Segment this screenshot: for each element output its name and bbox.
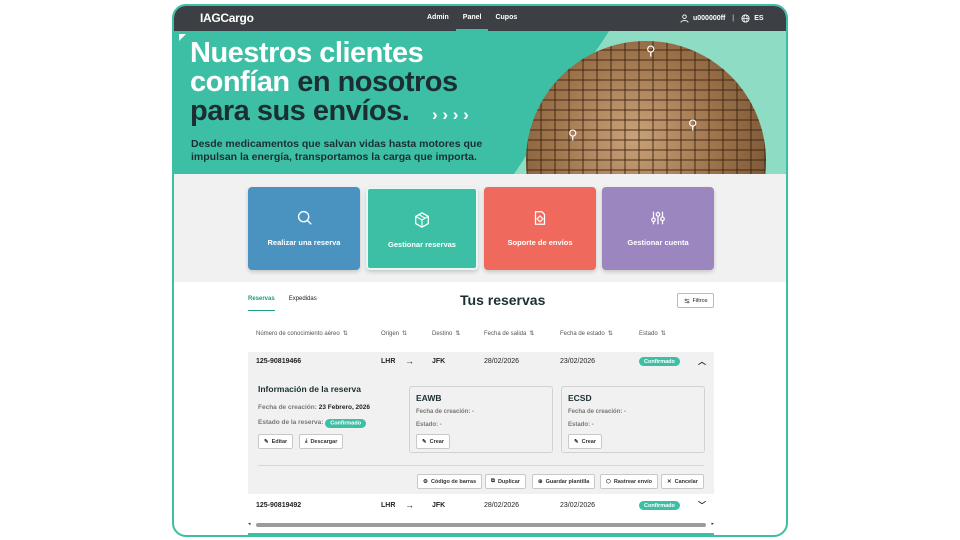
detail-title: Información de la reserva xyxy=(258,384,361,394)
box-icon xyxy=(415,212,429,228)
save-template-button[interactable]: ⊕ Guardar plantilla xyxy=(532,474,596,489)
sort-icon: ⇅ xyxy=(660,331,666,337)
language-selector[interactable]: ES xyxy=(754,15,763,22)
chevron-down-icon[interactable]: ﹀ xyxy=(698,500,706,511)
track-shipment-button[interactable]: ⬡ Rastrear envío xyxy=(600,474,659,489)
creation-date: Fecha de creación: 23 Febrero, 2026 xyxy=(258,404,371,411)
edit-icon: ✎ xyxy=(574,438,579,445)
save-icon: ⊕ xyxy=(538,478,543,485)
edit-button[interactable]: ✎ Editar xyxy=(258,434,294,449)
divider xyxy=(258,465,704,466)
sort-icon: ⇅ xyxy=(402,331,408,337)
reservation-tabs: Reservas Expedidas xyxy=(248,296,317,311)
nav-panel[interactable]: Panel xyxy=(455,6,489,31)
card-soporte-envios[interactable]: Soporte de envíos xyxy=(484,187,596,270)
horizontal-scrollbar[interactable]: ◂ ▸ xyxy=(248,521,714,528)
download-button[interactable]: ⤓ Descargar xyxy=(299,434,344,449)
top-bar: IAGCargo Admin Panel Cupos u000000ff | E… xyxy=(174,6,786,31)
chevron-arrows-icon: › › › › xyxy=(432,105,469,124)
edit-icon: ✎ xyxy=(264,438,269,445)
globe-icon[interactable] xyxy=(741,14,750,23)
hero-subtitle: Desde medicamentos que salvan vidas hast… xyxy=(191,138,483,163)
col-header[interactable]: Número de conocimiento aéreo ⇅ xyxy=(256,330,348,337)
duplicate-icon: ⧉ xyxy=(491,478,495,484)
table-row[interactable]: 125-90819466 LHR → JFK 28/02/2026 23/02/… xyxy=(248,352,714,372)
cargo-globe-image: ⚲ ⚲ ⚲ xyxy=(526,41,766,174)
main-nav: Admin Panel Cupos xyxy=(420,6,524,31)
user-id[interactable]: u000000ff xyxy=(693,15,725,22)
col-header[interactable]: Destino ⇅ xyxy=(432,330,460,337)
sort-icon: ⇅ xyxy=(455,331,461,337)
nav-cupos[interactable]: Cupos xyxy=(488,6,524,31)
sort-icon: ⇅ xyxy=(342,331,348,337)
filters-button[interactable]: Filtros xyxy=(677,293,714,308)
scroll-right-icon: ▸ xyxy=(711,521,714,527)
tab-reservas[interactable]: Reservas xyxy=(248,296,275,311)
col-header[interactable]: Estado ⇅ xyxy=(639,330,666,337)
box-icon: ⬡ xyxy=(606,478,611,485)
card-realizar-reserva[interactable]: Realizar una reserva xyxy=(248,187,360,270)
action-cards: Realizar una reserva Gestionar reservas … xyxy=(174,174,786,282)
chevron-up-icon[interactable]: ︿ xyxy=(698,356,706,367)
cancel-button[interactable]: ✕ Cancelar xyxy=(661,474,704,489)
user-area: u000000ff | ES xyxy=(680,6,764,31)
corner-mark xyxy=(179,34,186,41)
sort-icon: ⇅ xyxy=(529,331,535,337)
filter-icon xyxy=(684,298,689,303)
duplicate-button[interactable]: ⧉ Duplicar xyxy=(485,474,526,489)
location-pin-icon: ⚲ xyxy=(688,117,698,132)
create-ecsd-button[interactable]: ✎ Crear xyxy=(568,434,602,449)
tab-expedidas[interactable]: Expedidas xyxy=(289,296,317,311)
next-row-edge xyxy=(248,533,714,535)
location-pin-icon: ⚲ xyxy=(646,43,656,58)
barcode-icon: ⚙ xyxy=(423,478,428,485)
hero-banner: ⚲ ⚲ ⚲ Nuestros clientes confían en nosot… xyxy=(174,31,786,174)
eawb-box: EAWB Fecha de creación: - Estado: - ✎ Cre… xyxy=(409,386,553,453)
create-eawb-button[interactable]: ✎ Crear xyxy=(416,434,450,449)
close-icon: ✕ xyxy=(667,478,672,485)
reservation-state: Estado de la reserva: Confirmado xyxy=(258,418,367,428)
nav-admin[interactable]: Admin xyxy=(420,6,456,31)
col-header[interactable]: Fecha de estado ⇅ xyxy=(560,330,613,337)
card-gestionar-cuenta[interactable]: Gestionar cuenta xyxy=(602,187,714,270)
section-title: Tus reservas xyxy=(460,292,546,308)
sliders-icon xyxy=(651,211,665,225)
status-badge: Confirmado xyxy=(639,501,680,510)
reservations-section: Reservas Expedidas Tus reservas Filtros … xyxy=(174,282,786,535)
col-header[interactable]: Fecha de salida ⇅ xyxy=(484,330,534,337)
ecsd-box: ECSD Fecha de creación: - Estado: - ✎ Cre… xyxy=(561,386,705,453)
browser-frame: IAGCargo Admin Panel Cupos u000000ff | E… xyxy=(172,4,788,537)
card-gestionar-reservas[interactable]: Gestionar reservas xyxy=(366,187,478,270)
edit-icon: ✎ xyxy=(422,438,427,445)
arrow-right-icon: → xyxy=(405,356,414,366)
hero-title: Nuestros clientes confían en nosotros pa… xyxy=(190,37,458,127)
scroll-left-icon: ◂ xyxy=(248,521,251,527)
status-badge: Confirmado xyxy=(639,357,680,366)
location-pin-icon: ⚲ xyxy=(568,127,578,142)
table-row[interactable]: 125-90819492 LHR → JFK 28/02/2026 23/02/… xyxy=(248,496,714,516)
scrollbar-thumb[interactable] xyxy=(256,523,706,527)
download-icon: ⤓ xyxy=(305,438,308,444)
barcode-button[interactable]: ⚙ Código de barras xyxy=(417,474,483,489)
support-gear-icon xyxy=(534,211,546,225)
col-header[interactable]: Origen ⇅ xyxy=(381,330,407,337)
user-icon[interactable] xyxy=(680,14,689,23)
search-icon xyxy=(297,210,312,225)
divider: | xyxy=(732,15,735,22)
iag-cargo-logo[interactable]: IAGCargo xyxy=(200,11,254,25)
arrow-right-icon: → xyxy=(405,500,414,510)
sort-icon: ⇅ xyxy=(607,331,613,337)
reservation-detail: Información de la reserva Fecha de creac… xyxy=(248,372,714,494)
table-header: Número de conocimiento aéreo ⇅ Origen ⇅ De… xyxy=(248,330,714,344)
